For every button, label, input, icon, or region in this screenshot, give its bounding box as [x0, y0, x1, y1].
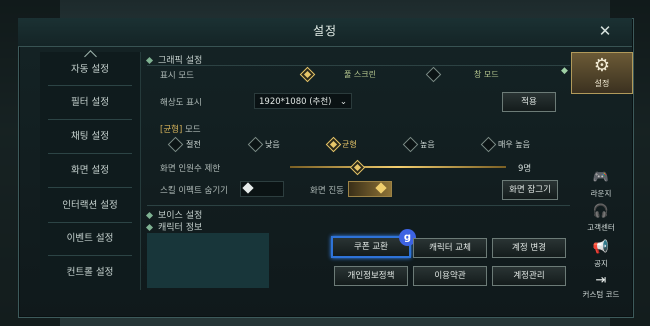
divider [48, 85, 132, 86]
settings-tab[interactable]: ⚙ 설정 [571, 52, 633, 94]
customer-center-item[interactable]: 🎧 고객센터 [571, 204, 631, 234]
notice-item[interactable]: 📢 공지 [571, 240, 631, 270]
character-info-panel [147, 233, 269, 288]
chevron-down-icon: ⌄ [339, 97, 347, 107]
lounge-item[interactable]: 🎮 라운지 [571, 170, 631, 200]
skill-effect-label: 스킬 이펙트 숨기기 [160, 186, 228, 196]
resolution-select[interactable]: 1920*1080 (추천) ⌄ [254, 93, 352, 109]
sidebar-item-event[interactable]: 이벤트 설정 [40, 225, 140, 253]
screen-people-label: 화면 인원수 제한 [160, 164, 221, 174]
account-change-button[interactable]: 계정 변경 [492, 238, 566, 258]
customer-center-label: 고객센터 [587, 223, 615, 232]
toggle-knob [375, 182, 387, 194]
option-quality-low[interactable]: 낮음 [265, 139, 280, 150]
option-quality-save[interactable]: 절전 [186, 139, 201, 150]
divider [48, 255, 132, 256]
divider [48, 187, 132, 188]
section-divider [147, 205, 570, 206]
display-mode-label: 표시 모드 [160, 71, 194, 81]
settings-sidebar: 자동 설정 필터 설정 채팅 설정 화면 설정 인터랙션 설정 이벤트 설정 컨… [40, 50, 141, 290]
bullet-icon [145, 223, 154, 232]
privacy-policy-button[interactable]: 개인정보정책 [334, 266, 408, 286]
sidebar-item-interaction[interactable]: 인터랙션 설정 [40, 192, 140, 220]
window-title: 설정 [312, 24, 338, 38]
option-quality-high[interactable]: 높음 [420, 139, 435, 150]
screen-people-slider[interactable] [290, 166, 506, 168]
quality-mode-label: [균형] 모드 [160, 123, 201, 135]
screen-lock-button[interactable]: 화면 잠그기 [502, 180, 558, 200]
lounge-label: 라운지 [590, 189, 612, 198]
character-change-button[interactable]: 캐릭터 교체 [413, 238, 487, 258]
toggle-knob [242, 182, 254, 194]
notice-label: 공지 [594, 259, 608, 268]
megaphone-icon: 📢 [592, 240, 610, 255]
close-icon[interactable]: ✕ [596, 22, 614, 40]
character-section-header[interactable]: 캐릭터 정보 [145, 220, 203, 233]
section-divider [147, 65, 570, 66]
option-windowed[interactable]: 창 모드 [474, 69, 499, 80]
custom-code-item[interactable]: ⇥ 커스텀 코드 [571, 273, 631, 303]
screen-people-value: 9명 [518, 164, 532, 174]
sidebar-item-filter[interactable]: 필터 설정 [40, 89, 140, 117]
resolution-label: 해상도 표시 [160, 98, 202, 108]
divider [48, 119, 132, 120]
sidebar-item-auto[interactable]: 자동 설정 [40, 56, 140, 84]
resolution-value: 1920*1080 (추천) [259, 97, 332, 107]
sidebar-item-control[interactable]: 컨트롤 설정 [40, 259, 140, 287]
gamepad-icon: 🎮 [592, 170, 610, 185]
section-title: 캐릭터 정보 [158, 223, 203, 233]
account-management-button[interactable]: 계정관리 [492, 266, 566, 286]
bullet-icon [145, 211, 154, 220]
option-quality-very-high[interactable]: 매우 높음 [498, 139, 530, 150]
quality-mode-suffix: 모드 [184, 125, 201, 135]
gear-icon: ⚙ [593, 55, 611, 76]
option-fullscreen[interactable]: 풀 스크린 [344, 69, 376, 80]
sidebar-item-chat[interactable]: 채팅 설정 [40, 123, 140, 151]
screen-shake-toggle[interactable] [348, 181, 392, 197]
sidebar-item-screen[interactable]: 화면 설정 [40, 157, 140, 185]
apply-button[interactable]: 적용 [502, 92, 556, 112]
custom-code-label: 커스텀 코드 [582, 290, 620, 299]
quality-mode-prefix: [균형] [160, 125, 183, 135]
exit-icon: ⇥ [595, 273, 607, 288]
settings-tab-label: 설정 [594, 79, 610, 88]
skill-effect-toggle[interactable] [240, 181, 284, 197]
option-quality-balanced[interactable]: 균형 [342, 139, 357, 150]
bullet-icon [145, 56, 154, 65]
terms-button[interactable]: 이용약관 [413, 266, 487, 286]
screen-shake-label: 화면 진동 [310, 186, 344, 196]
divider [48, 222, 132, 223]
headset-icon: 🎧 [592, 204, 610, 219]
chevron-left-icon: ◆ [561, 66, 568, 76]
divider [48, 153, 132, 154]
